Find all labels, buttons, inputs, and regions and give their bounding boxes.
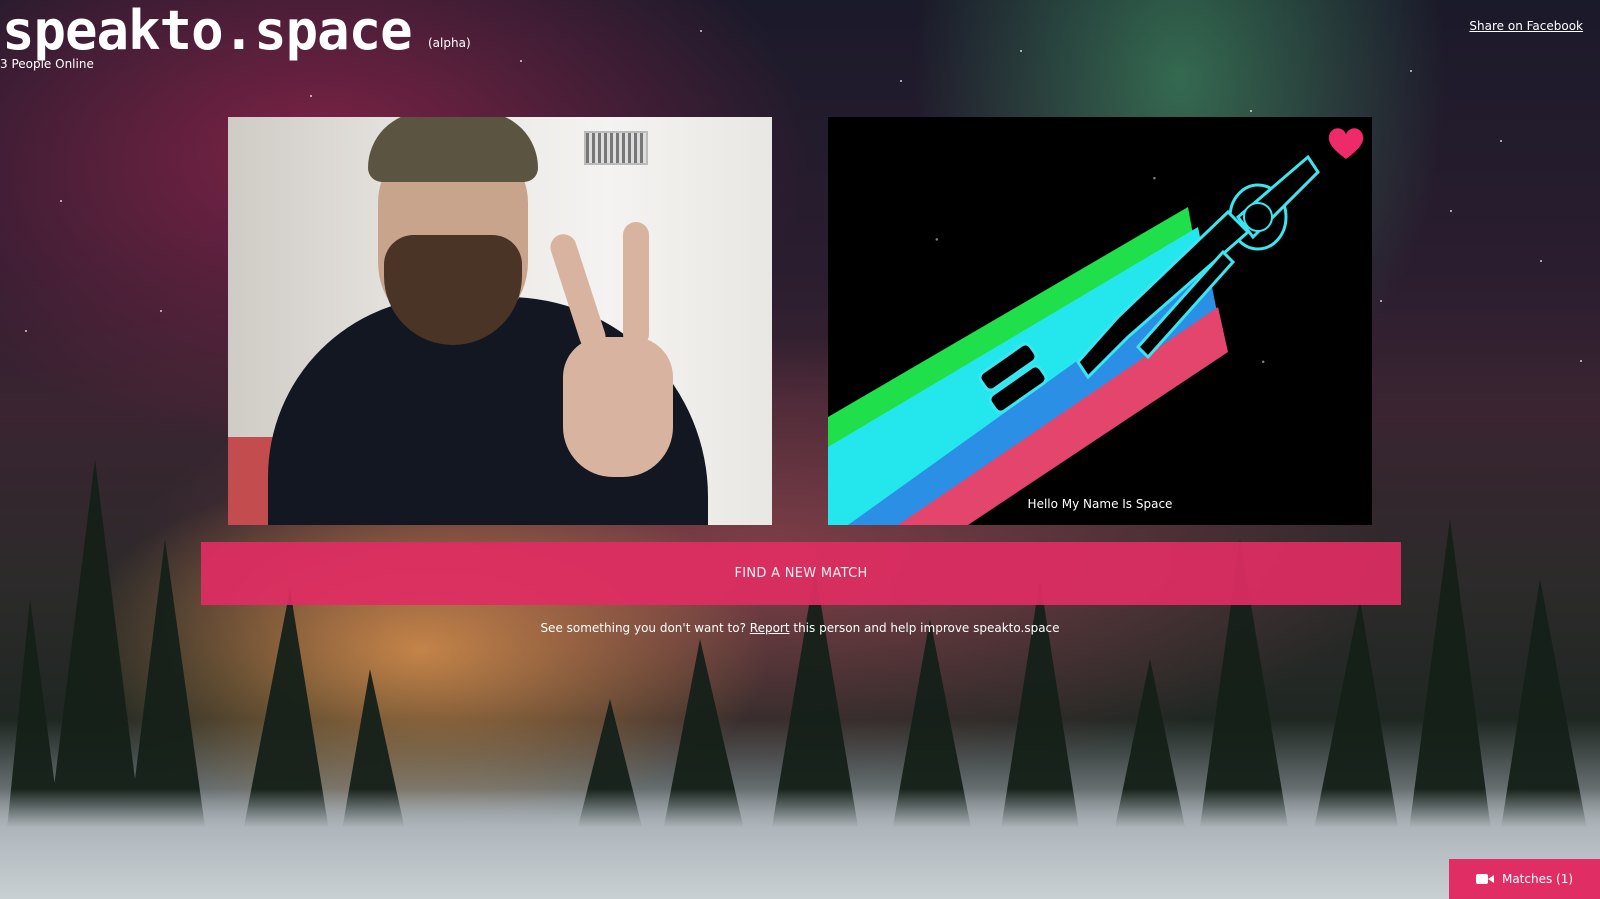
self-video-finger	[623, 222, 649, 347]
site-logo[interactable]: speakto.space	[2, 2, 413, 60]
online-count: 3 People Online	[0, 57, 94, 71]
alpha-badge: (alpha)	[428, 36, 471, 50]
matches-label: Matches (1)	[1501, 872, 1574, 886]
heart-icon[interactable]	[1326, 123, 1366, 163]
astronaut-artwork	[828, 154, 1320, 525]
share-facebook-link[interactable]: Share on Facebook	[1469, 19, 1583, 33]
partner-video: Hello My Name Is Space	[828, 117, 1372, 525]
background-snow	[0, 789, 1600, 899]
partner-caption: Hello My Name Is Space	[1027, 497, 1173, 511]
matches-button[interactable]: Matches (1)	[1449, 859, 1600, 899]
find-new-match-button[interactable]: FIND A NEW MATCH	[201, 542, 1401, 605]
self-video-vent	[584, 131, 648, 165]
self-video-hat	[368, 117, 538, 182]
self-video-hand	[563, 337, 673, 477]
report-suffix: this person and help improve speakto.spa…	[793, 621, 1060, 635]
self-video	[228, 117, 772, 525]
report-notice: See something you don't want to? Report …	[0, 621, 1600, 635]
report-link[interactable]: Report	[750, 621, 790, 635]
video-camera-icon	[1475, 874, 1494, 884]
report-prefix: See something you don't want to?	[540, 621, 746, 635]
